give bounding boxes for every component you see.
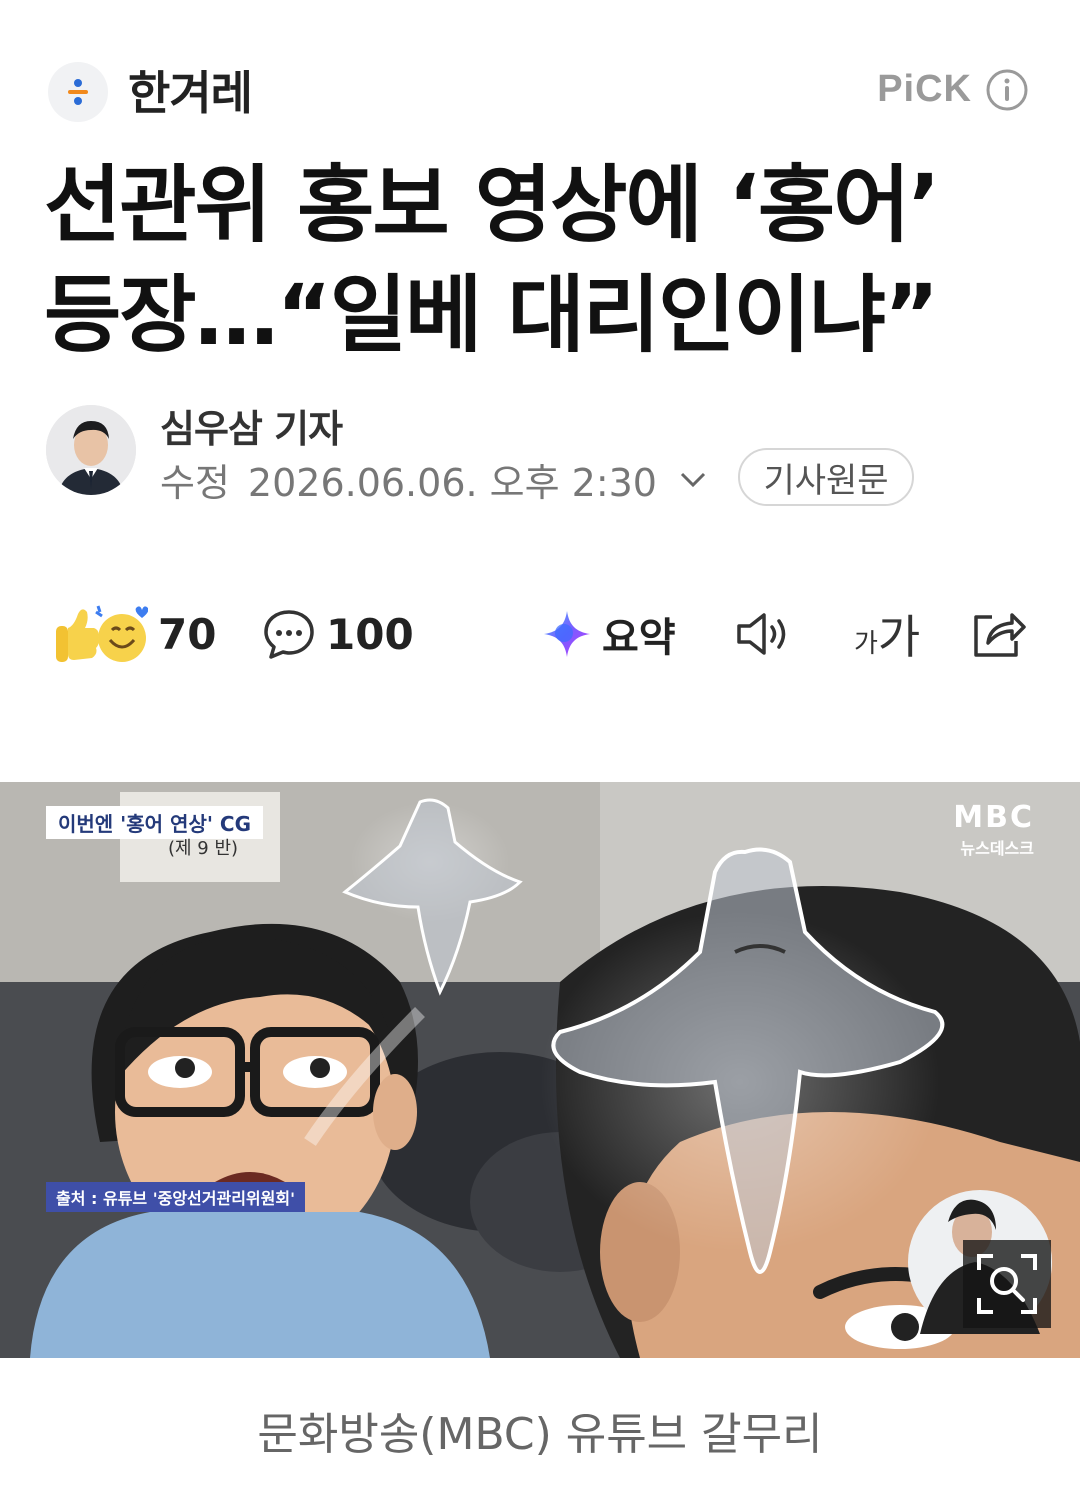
reaction-button[interactable]: 70 bbox=[52, 598, 216, 670]
published-date: 2026.06.06. 오후 2:30 bbox=[247, 461, 657, 505]
broadcaster-name: MBC bbox=[953, 800, 1034, 835]
font-size-button[interactable]: 가 가 bbox=[854, 598, 920, 670]
cartoon-news-image bbox=[0, 782, 1080, 1358]
press-logo[interactable] bbox=[48, 62, 108, 122]
date-prefix: 수정 bbox=[160, 461, 230, 505]
press-name[interactable]: 한겨레 bbox=[128, 62, 253, 124]
zoom-image-button[interactable] bbox=[963, 1240, 1051, 1328]
headline-line-1: 선관위 홍보 영상에 ‘홍어’ bbox=[44, 156, 940, 254]
font-size-large-label: 가 bbox=[877, 610, 921, 664]
share-icon bbox=[974, 613, 1026, 657]
ai-summary-sparkle-icon bbox=[544, 611, 590, 657]
summary-label: 요약 bbox=[602, 615, 676, 661]
reporter-name[interactable]: 심우삼 기자 bbox=[160, 398, 343, 453]
reporter-photo-icon bbox=[46, 405, 136, 495]
broadcaster-program: 뉴스데스크 bbox=[960, 839, 1034, 858]
dateline[interactable]: 수정 2026.06.06. 오후 2:30 bbox=[160, 452, 707, 507]
headline-line-2: 등장…“일베 대리인이냐” bbox=[44, 266, 939, 364]
photo-caption: 문화방송(MBC) 유튜브 갈무리 bbox=[257, 1409, 823, 1460]
comment-button[interactable]: 100 bbox=[262, 598, 414, 670]
summary-button[interactable]: 요약 bbox=[542, 598, 676, 670]
share-button[interactable] bbox=[970, 598, 1028, 670]
source-label: 출처 : 유튜브 '중앙선거관리위원회' bbox=[46, 1182, 305, 1212]
broadcast-sub-label: (제 9 반) bbox=[168, 838, 239, 859]
broadcaster-logo: MBC 뉴스데스크 bbox=[953, 800, 1034, 859]
comment-bubble-icon bbox=[264, 610, 314, 659]
original-article-button[interactable]: 기사원문 bbox=[738, 448, 914, 506]
reaction-count: 70 bbox=[158, 609, 217, 659]
article-photo[interactable]: 이번엔 '홍어 연상' CG (제 9 반) MBC 뉴스데스크 출처 : 유튜… bbox=[0, 782, 1080, 1358]
article-headline: 선관위 홍보 영상에 ‘홍어’ 등장…“일베 대리인이냐” bbox=[44, 150, 1044, 370]
font-size-small-label: 가 bbox=[854, 628, 878, 659]
text-to-speech-button[interactable] bbox=[734, 598, 796, 670]
hankyoreh-logo-icon bbox=[68, 79, 88, 105]
pick-label: PiCK bbox=[877, 68, 972, 110]
article-toolbar: 70 100 요약 가 가 bbox=[0, 598, 1080, 670]
chevron-down-icon[interactable] bbox=[679, 471, 707, 489]
reporter-avatar[interactable] bbox=[46, 405, 136, 495]
pick-badge: PiCK bbox=[877, 68, 1028, 111]
speaker-icon bbox=[737, 613, 786, 655]
reaction-emoji-icon bbox=[56, 605, 148, 662]
comment-count: 100 bbox=[326, 609, 414, 659]
zoom-search-icon bbox=[977, 1254, 1037, 1314]
info-icon[interactable] bbox=[986, 69, 1028, 111]
